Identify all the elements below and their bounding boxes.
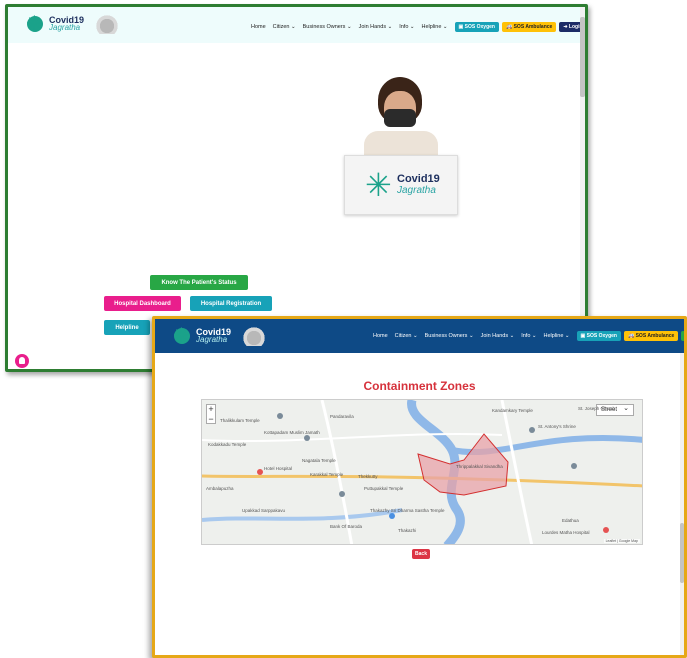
map-label: Kandamkary Temple bbox=[492, 408, 533, 413]
map-label: Edathua bbox=[562, 518, 579, 523]
nav-helpline[interactable]: Helpline ⌄ bbox=[422, 24, 448, 30]
containment-map[interactable]: + − Street Thalikkulam Temple Pandaravil… bbox=[201, 399, 643, 545]
page-scrollbar[interactable] bbox=[680, 353, 684, 655]
nav-business-owners[interactable]: Business Owners ⌄ bbox=[303, 24, 352, 30]
map-label: Karakkal Temple bbox=[310, 472, 344, 477]
sos-ambulance-button[interactable]: 🚑 SOS Ambulance bbox=[623, 331, 679, 341]
nav-home[interactable]: Home bbox=[251, 24, 266, 30]
covid-virus-icon bbox=[365, 166, 393, 204]
map-label: Thakazhi bbox=[398, 528, 417, 533]
nav-info[interactable]: Info ⌄ bbox=[521, 333, 536, 339]
nav-home[interactable]: Home bbox=[373, 333, 388, 339]
logo-subtitle: Jagratha bbox=[49, 23, 81, 32]
page-title: Containment Zones bbox=[363, 379, 476, 393]
road bbox=[202, 432, 503, 443]
covid-sign-board: Covid19 Jagratha bbox=[344, 155, 458, 215]
hero-image: Covid19 Jagratha bbox=[338, 75, 468, 225]
helpline-button[interactable]: Helpline bbox=[104, 320, 150, 335]
map-label: Thekkutty bbox=[358, 474, 378, 479]
hospital-dashboard-button[interactable]: Hospital Dashboard bbox=[104, 296, 181, 311]
map-pin-icon[interactable] bbox=[304, 435, 310, 441]
sos-ambulance-button[interactable]: 🚑 SOS Ambulance bbox=[501, 22, 557, 32]
map-label: St. Antony's Shrine bbox=[538, 424, 576, 429]
map-label: Kottapadam Muslim Jamath bbox=[264, 430, 320, 435]
map-label: Thalikkulam Temple bbox=[220, 418, 260, 423]
top-navbar: Covid19 Jagratha Home Citizen ⌄ Business… bbox=[155, 319, 684, 353]
map-pin-icon[interactable] bbox=[339, 491, 345, 497]
zoom-control: + − bbox=[206, 404, 216, 424]
nav-helpline[interactable]: Helpline ⌄ bbox=[544, 333, 570, 339]
sos-oxygen-button[interactable]: ▣ SOS Oxygen bbox=[576, 331, 621, 341]
main-menu: Home Citizen ⌄ Business Owners ⌄ Join Ha… bbox=[373, 331, 684, 341]
map-pin-icon[interactable] bbox=[277, 413, 283, 419]
map-label: Lourdes Matha Hospital bbox=[542, 530, 590, 535]
patient-status-button[interactable]: Know The Patient's Status bbox=[150, 275, 248, 290]
zoom-out-button[interactable]: − bbox=[207, 415, 215, 425]
sign-subtitle: Jagratha bbox=[397, 185, 436, 196]
logo-subtitle: Jagratha bbox=[196, 335, 228, 344]
map-pin-icon[interactable] bbox=[389, 513, 395, 519]
map-label: Bank Of Baroda bbox=[330, 524, 363, 529]
map-label: Kodakkadu Temple bbox=[208, 442, 247, 447]
nav-join-hands[interactable]: Join Hands ⌄ bbox=[359, 24, 393, 30]
kerala-emblem-icon bbox=[241, 326, 268, 346]
covid-virus-icon bbox=[171, 323, 193, 348]
main-road bbox=[202, 474, 642, 488]
map-pin-icon[interactable] bbox=[257, 469, 263, 475]
top-navbar: Covid19 Jagratha Home Citizen ⌄ Business… bbox=[8, 7, 585, 43]
kerala-emblem-icon bbox=[94, 14, 121, 34]
back-button[interactable]: Back bbox=[412, 549, 430, 559]
map-pin-icon[interactable] bbox=[529, 427, 535, 433]
nav-join-hands[interactable]: Join Hands ⌄ bbox=[481, 333, 515, 339]
sign-title: Covid19 bbox=[397, 173, 440, 185]
map-label: Puttupakkal Temple bbox=[364, 486, 404, 491]
map-label: St. Joseph Church bbox=[578, 406, 616, 411]
nav-citizen[interactable]: Citizen ⌄ bbox=[273, 24, 296, 30]
map-label: Thakazhy Sri Dharma Sastha Temple bbox=[370, 508, 445, 513]
sos-oxygen-button[interactable]: ▣ SOS Oxygen bbox=[454, 22, 499, 32]
map-label: Hotel Hospital bbox=[264, 466, 293, 471]
main-menu: Home Citizen ⌄ Business Owners ⌄ Join Ha… bbox=[251, 22, 585, 32]
map-label: Pandaravila bbox=[330, 414, 354, 419]
login-button[interactable]: ➜ Login bbox=[681, 331, 684, 341]
nav-citizen[interactable]: Citizen ⌄ bbox=[395, 333, 418, 339]
site-logo[interactable]: Covid19 Jagratha bbox=[171, 323, 268, 348]
site-logo[interactable]: Covid19 Jagratha bbox=[24, 11, 121, 36]
map-label: Upakkad Sarppakavu bbox=[242, 508, 286, 513]
page-scrollbar[interactable] bbox=[580, 7, 585, 369]
nav-info[interactable]: Info ⌄ bbox=[399, 24, 414, 30]
map-pin-icon[interactable] bbox=[603, 527, 609, 533]
map-attribution[interactable]: Leaflet | Google Map bbox=[603, 539, 640, 543]
map-label: Nagatala Temple bbox=[302, 458, 336, 463]
notification-bell-icon[interactable] bbox=[15, 354, 29, 368]
map-pin-icon[interactable] bbox=[571, 463, 577, 469]
hospital-registration-button[interactable]: Hospital Registration bbox=[190, 296, 272, 311]
map-canvas[interactable] bbox=[202, 400, 643, 545]
map-label: Ambalapuzha bbox=[206, 486, 234, 491]
map-label: Thrippalakkal Sivandha bbox=[456, 464, 503, 469]
nav-business-owners[interactable]: Business Owners ⌄ bbox=[425, 333, 474, 339]
containment-zones-window: Covid19 Jagratha Home Citizen ⌄ Business… bbox=[152, 316, 687, 658]
covid-virus-icon bbox=[24, 11, 46, 36]
